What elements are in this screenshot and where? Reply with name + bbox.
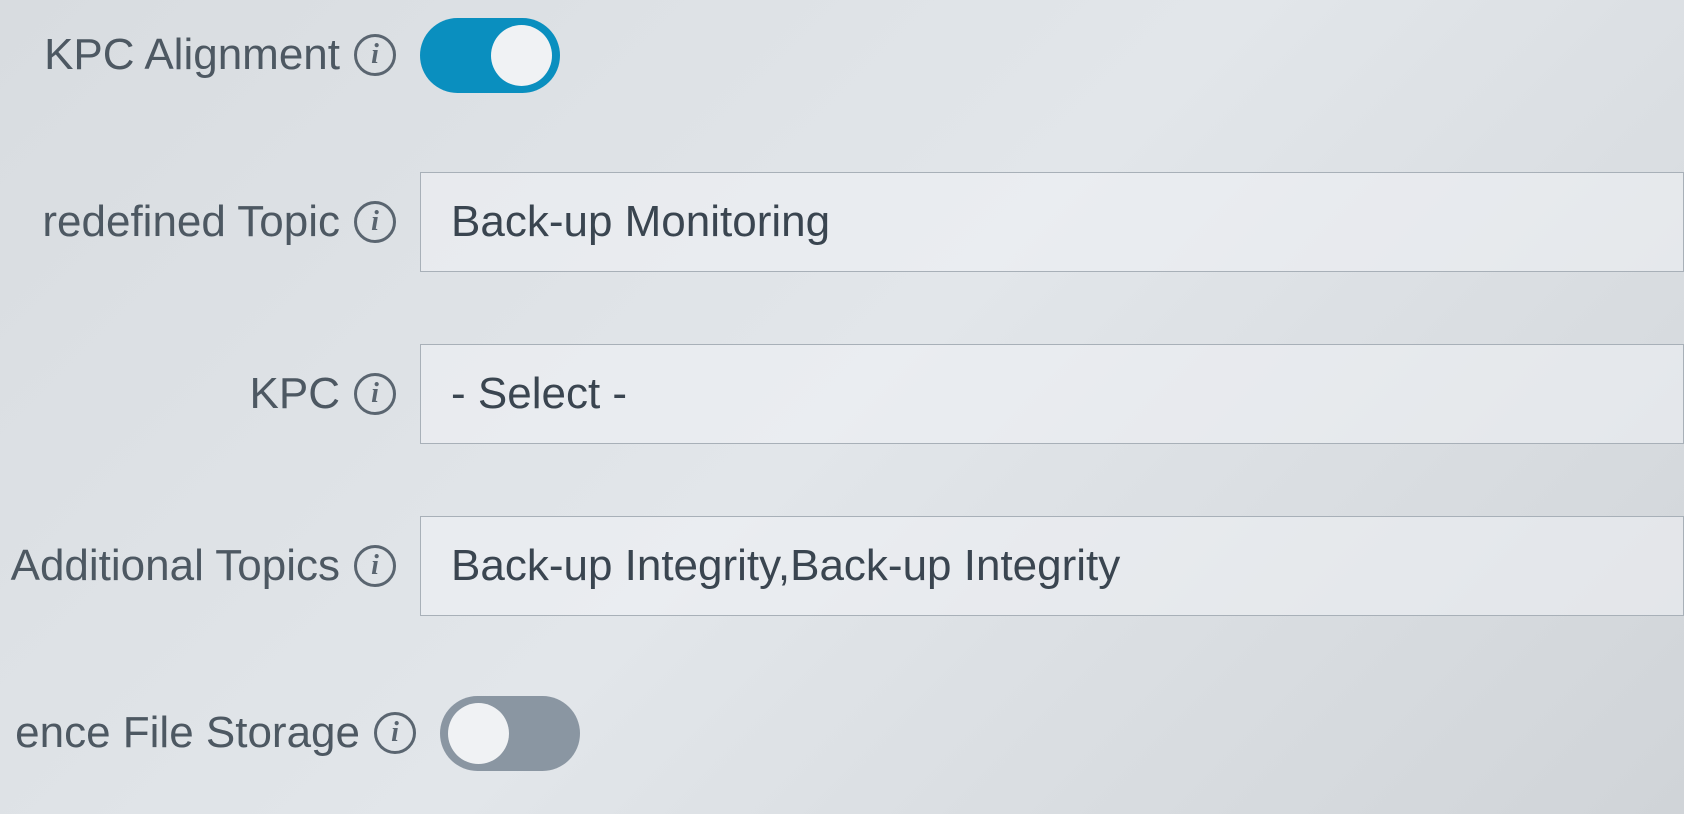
toggle-file-storage[interactable]: [440, 696, 580, 771]
info-icon[interactable]: i: [354, 201, 396, 243]
info-icon[interactable]: i: [354, 34, 396, 76]
label-predefined-topic: redefined Topic: [42, 197, 340, 247]
select-value-predefined-topic: Back-up Monitoring: [451, 197, 830, 247]
control-cell-kpc: - Select -: [420, 344, 1684, 444]
control-cell-additional-topics: Back-up Integrity,Back-up Integrity: [420, 516, 1684, 616]
row-file-storage: ence File Storage i: [0, 688, 1684, 778]
row-predefined-topic: redefined Topic i Back-up Monitoring: [0, 172, 1684, 272]
row-kpc: KPC i - Select -: [0, 344, 1684, 444]
label-kpc-alignment: KPC Alignment: [44, 30, 340, 80]
label-cell-additional-topics: Additional Topics i: [0, 541, 420, 591]
select-kpc[interactable]: - Select -: [420, 344, 1684, 444]
label-file-storage: ence File Storage: [15, 708, 360, 758]
label-cell-kpc: KPC i: [0, 369, 420, 419]
control-cell-file-storage: [440, 696, 1684, 771]
info-icon[interactable]: i: [354, 545, 396, 587]
control-cell-predefined-topic: Back-up Monitoring: [420, 172, 1684, 272]
select-value-additional-topics: Back-up Integrity,Back-up Integrity: [451, 541, 1120, 591]
label-additional-topics: Additional Topics: [11, 541, 340, 591]
toggle-knob: [491, 25, 552, 86]
select-additional-topics[interactable]: Back-up Integrity,Back-up Integrity: [420, 516, 1684, 616]
label-cell-predefined-topic: redefined Topic i: [0, 197, 420, 247]
toggle-knob: [448, 703, 509, 764]
label-cell-file-storage: ence File Storage i: [0, 708, 440, 758]
select-value-kpc: - Select -: [451, 369, 627, 419]
label-kpc: KPC: [250, 369, 340, 419]
info-icon[interactable]: i: [374, 712, 416, 754]
control-cell-kpc-alignment: [420, 18, 1684, 93]
label-cell-kpc-alignment: KPC Alignment i: [0, 30, 420, 80]
select-predefined-topic[interactable]: Back-up Monitoring: [420, 172, 1684, 272]
row-additional-topics: Additional Topics i Back-up Integrity,Ba…: [0, 516, 1684, 616]
row-kpc-alignment: KPC Alignment i: [0, 10, 1684, 100]
toggle-kpc-alignment[interactable]: [420, 18, 560, 93]
info-icon[interactable]: i: [354, 373, 396, 415]
